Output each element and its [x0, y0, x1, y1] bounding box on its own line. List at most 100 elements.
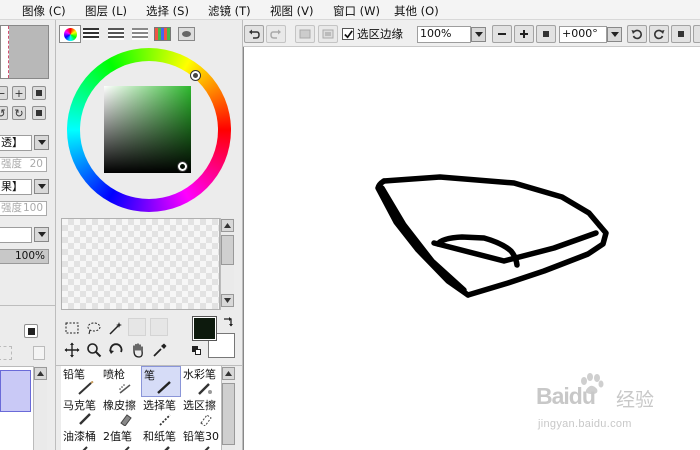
layer-mask-button[interactable]: [24, 324, 38, 338]
zoom-in-button[interactable]: +: [12, 86, 26, 100]
watermark-logo-text: Baidu: [536, 383, 596, 409]
select-pen-icon: [159, 414, 171, 426]
brush-scroll-thumb[interactable]: [222, 383, 235, 445]
swatch-bar-tab-icon[interactable]: [132, 28, 148, 40]
zoom-icon[interactable]: [84, 340, 104, 360]
brush-eraser[interactable]: 橡皮擦: [101, 397, 141, 428]
effect-strength-slider[interactable]: 强度 100: [0, 201, 47, 216]
zoom-in-button[interactable]: [514, 25, 534, 43]
menu-window[interactable]: 窗口 (W): [333, 3, 380, 19]
brush-binary-pen[interactable]: 2值笔: [101, 428, 141, 450]
effect-dropdown[interactable]: 果】: [0, 179, 32, 195]
layer-mode-dropdown-arrow[interactable]: [34, 227, 49, 242]
brush-pencil30[interactable]: 铅笔30: [181, 428, 221, 450]
zoom-reset-button[interactable]: [536, 25, 556, 43]
brush-select-eraser[interactable]: 选区擦: [181, 397, 221, 428]
texture-dropdown[interactable]: 透】: [0, 135, 32, 151]
rotate-left-button[interactable]: ↺: [0, 106, 8, 120]
menu-layer[interactable]: 图层 (L): [85, 3, 127, 19]
rotate-ccw-button[interactable]: [627, 25, 647, 43]
watermark-url: jingyan.baidu.com: [538, 418, 632, 430]
flip-button[interactable]: [693, 25, 700, 43]
menu-other[interactable]: 其他 (O): [394, 3, 439, 19]
rotation-reset-button[interactable]: [671, 25, 691, 43]
drawing-canvas[interactable]: Baidu 经验 jingyan.baidu.com: [243, 47, 700, 450]
new-layer-icon[interactable]: [33, 346, 45, 360]
zoom-out-button[interactable]: [492, 25, 512, 43]
layer-scrollbar[interactable]: [33, 366, 47, 450]
hsv-slider-tab-icon[interactable]: [108, 28, 124, 40]
scratchpad-area[interactable]: [61, 218, 220, 310]
rotation-dropdown-arrow[interactable]: [607, 27, 622, 42]
texture-strength-slider[interactable]: 强度 20: [0, 157, 47, 172]
zoom-dropdown[interactable]: 100%: [417, 26, 471, 43]
brush-scroll-up[interactable]: [222, 367, 235, 380]
menu-bar: 图像 (C) 图层 (L) 选择 (S) 滤镜 (T) 视图 (V) 窗口 (W…: [0, 0, 700, 20]
menu-image[interactable]: 图像 (C): [22, 3, 66, 19]
brush-marker[interactable]: 马克笔: [61, 397, 101, 428]
stroke-top-edge: [381, 174, 603, 229]
airbrush-icon: [119, 384, 131, 394]
scratchpad-scrollbar[interactable]: [220, 218, 234, 310]
rotate-right-button[interactable]: ↻: [12, 106, 26, 120]
effect-dropdown-arrow[interactable]: [34, 179, 49, 194]
texture-dropdown-arrow[interactable]: [34, 135, 49, 150]
eyedropper-icon[interactable]: [150, 340, 170, 360]
hue-cursor: [191, 71, 200, 80]
deselect-button[interactable]: [295, 25, 315, 43]
rect-select-icon[interactable]: [62, 318, 82, 338]
brush-watercolor[interactable]: 水彩笔: [181, 366, 221, 397]
saturation-value-square[interactable]: [104, 86, 191, 173]
sv-cursor: [178, 162, 187, 171]
washi-pen-icon: [164, 446, 170, 450]
magic-wand-icon[interactable]: [106, 318, 126, 338]
rotate-reset-button[interactable]: [32, 106, 46, 120]
brush-pen[interactable]: 笔: [141, 366, 181, 397]
menu-select[interactable]: 选择 (S): [146, 3, 189, 19]
rgb-slider-tab-icon[interactable]: [83, 28, 99, 40]
rotation-dropdown[interactable]: +000°: [559, 26, 607, 43]
brush-scrollbar[interactable]: [221, 366, 235, 450]
new-layer-set-icon[interactable]: [0, 346, 12, 360]
layer-item-selected[interactable]: [0, 370, 31, 412]
layer-mode-dropdown[interactable]: [0, 227, 32, 243]
selection-edge-toggle[interactable]: 选区边缘: [342, 27, 403, 41]
undo-button[interactable]: [244, 25, 264, 43]
swap-colors-icon[interactable]: [222, 316, 234, 328]
zoom-reset-button[interactable]: [32, 86, 46, 100]
brush-washi[interactable]: 和纸笔: [141, 428, 181, 450]
layer-list: [0, 366, 33, 450]
zoom-out-button[interactable]: −: [0, 86, 8, 100]
divider: [0, 305, 55, 306]
menu-view[interactable]: 视图 (V): [270, 3, 314, 19]
brush-airbrush[interactable]: 喷枪: [101, 366, 141, 397]
undo-icon: [249, 29, 260, 39]
default-colors-icon[interactable]: [192, 346, 202, 356]
scratchpad-tab-icon[interactable]: [178, 27, 195, 41]
hand-icon[interactable]: [128, 340, 148, 360]
color-wheel[interactable]: [67, 48, 231, 212]
rotate-icon[interactable]: [106, 340, 126, 360]
brush-pencil[interactable]: 铅笔: [61, 366, 101, 397]
color-wheel-tab-icon[interactable]: [59, 25, 81, 43]
zoom-dropdown-arrow[interactable]: [471, 27, 486, 42]
selection-edge-checkbox[interactable]: [342, 28, 354, 40]
rotate-cw-button[interactable]: [649, 25, 669, 43]
reset-icon: [678, 31, 684, 37]
menu-filter[interactable]: 滤镜 (T): [208, 3, 251, 19]
scratch-scroll-thumb[interactable]: [221, 235, 234, 265]
primary-color-swatch-front[interactable]: [192, 316, 217, 341]
redo-button[interactable]: [266, 25, 286, 43]
scratch-scroll-up[interactable]: [221, 219, 234, 232]
invert-selection-button[interactable]: [318, 25, 338, 43]
brush-select-pen[interactable]: 选择笔: [141, 397, 181, 428]
lasso-icon[interactable]: [84, 318, 104, 338]
scratch-scroll-down[interactable]: [221, 294, 234, 307]
brush-bucket[interactable]: 油漆桶: [61, 428, 101, 450]
select-eraser-icon: [200, 414, 212, 426]
move-icon[interactable]: [62, 340, 82, 360]
swatches-tab-icon[interactable]: [154, 27, 171, 41]
watercolor-icon: [198, 383, 212, 395]
layer-scroll-up[interactable]: [34, 367, 47, 380]
opacity-bar[interactable]: 100%: [0, 249, 49, 264]
